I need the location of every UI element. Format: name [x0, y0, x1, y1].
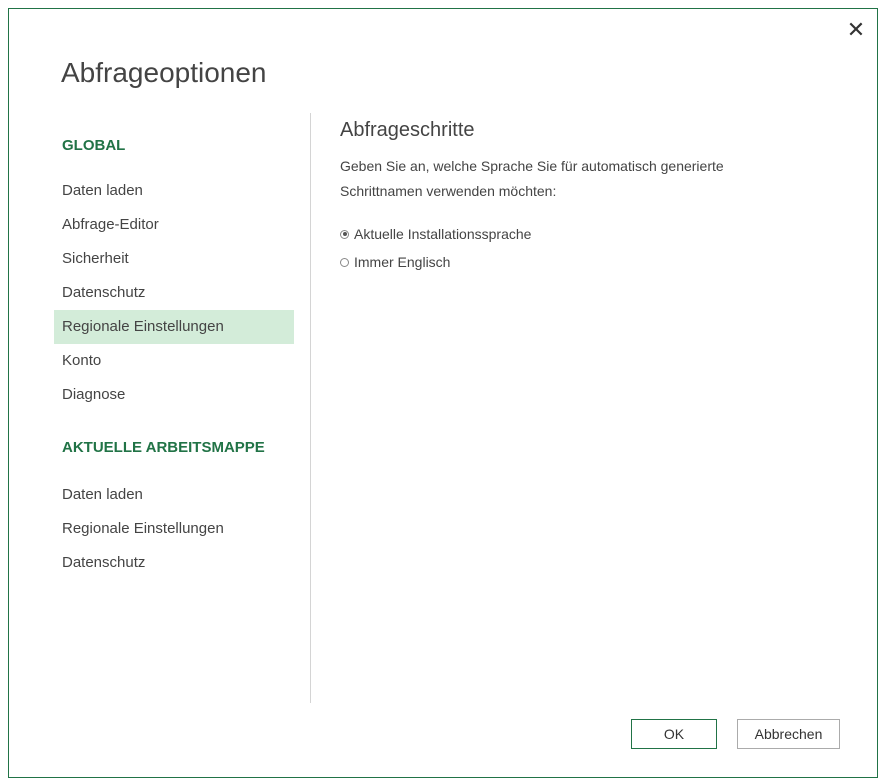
- ok-button[interactable]: OK: [631, 719, 717, 749]
- section-header-workbook: AKTUELLE ARBEITSMAPPE: [62, 439, 265, 456]
- content-title: Abfrageschritte: [340, 119, 475, 141]
- radio-label: Immer Englisch: [354, 254, 451, 270]
- section-header-global: GLOBAL: [62, 137, 126, 154]
- radio-label: Aktuelle Installationssprache: [354, 226, 532, 242]
- radio-option-installation-language[interactable]: Aktuelle Installationssprache: [340, 220, 830, 248]
- close-icon[interactable]: ✕: [845, 19, 867, 41]
- cancel-button[interactable]: Abbrechen: [737, 719, 840, 749]
- sidebar-item-konto[interactable]: Konto: [54, 344, 294, 378]
- sidebar: GLOBAL Daten laden Abfrage-Editor Sicher…: [54, 124, 294, 580]
- query-options-dialog: ✕ Abfrageoptionen GLOBAL Daten laden Abf…: [8, 8, 878, 778]
- sidebar-item-workbook-regionale-einstellungen[interactable]: Regionale Einstellungen: [54, 512, 294, 546]
- description: Geben Sie an, welche Sprache Sie für aut…: [340, 154, 830, 204]
- divider: [310, 113, 311, 703]
- sidebar-item-workbook-datenschutz[interactable]: Datenschutz: [54, 546, 294, 580]
- sidebar-item-daten-laden[interactable]: Daten laden: [54, 174, 294, 208]
- description-line-2: Schrittnamen verwenden möchten:: [340, 183, 557, 199]
- dialog-title: Abfrageoptionen: [61, 57, 267, 88]
- sidebar-item-regionale-einstellungen[interactable]: Regionale Einstellungen: [54, 310, 294, 344]
- content-panel: Abfrageschritte Geben Sie an, welche Spr…: [340, 119, 830, 276]
- radio-unchecked-icon[interactable]: [340, 257, 349, 267]
- radio-checked-icon[interactable]: [340, 229, 349, 239]
- sidebar-item-workbook-daten-laden[interactable]: Daten laden: [54, 478, 294, 512]
- sidebar-item-abfrage-editor[interactable]: Abfrage-Editor: [54, 208, 294, 242]
- description-line-1: Geben Sie an, welche Sprache Sie für aut…: [340, 158, 724, 174]
- radio-option-always-english[interactable]: Immer Englisch: [340, 248, 830, 276]
- sidebar-item-datenschutz[interactable]: Datenschutz: [54, 276, 294, 310]
- sidebar-item-sicherheit[interactable]: Sicherheit: [54, 242, 294, 276]
- sidebar-item-diagnose[interactable]: Diagnose: [54, 378, 294, 412]
